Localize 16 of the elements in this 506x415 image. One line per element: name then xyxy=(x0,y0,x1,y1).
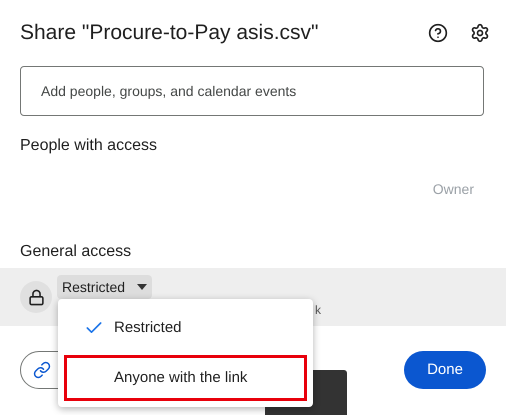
lock-icon xyxy=(20,281,52,313)
role-label: Owner xyxy=(432,180,474,199)
link-icon xyxy=(33,361,51,379)
caret-icon xyxy=(137,284,148,290)
settings-icon[interactable] xyxy=(470,23,490,43)
section-heading: People with access xyxy=(20,136,158,156)
access-description: k xyxy=(315,302,321,319)
done-button[interactable]: Done xyxy=(404,351,486,389)
access-dropdown[interactable]: Restricted xyxy=(57,275,152,299)
menu-item-label: Anyone with the link xyxy=(114,368,248,388)
menu-item-label: Restricted xyxy=(114,318,182,338)
add-people-field[interactable]: Add people, groups, and calendar events xyxy=(20,66,484,116)
menu-item[interactable]: Anyone with the link xyxy=(64,355,307,401)
help-icon[interactable] xyxy=(428,23,448,43)
section-heading: General access xyxy=(20,242,132,262)
dialog-title: Share "Procure-to-Pay asis.csv" xyxy=(20,20,319,46)
